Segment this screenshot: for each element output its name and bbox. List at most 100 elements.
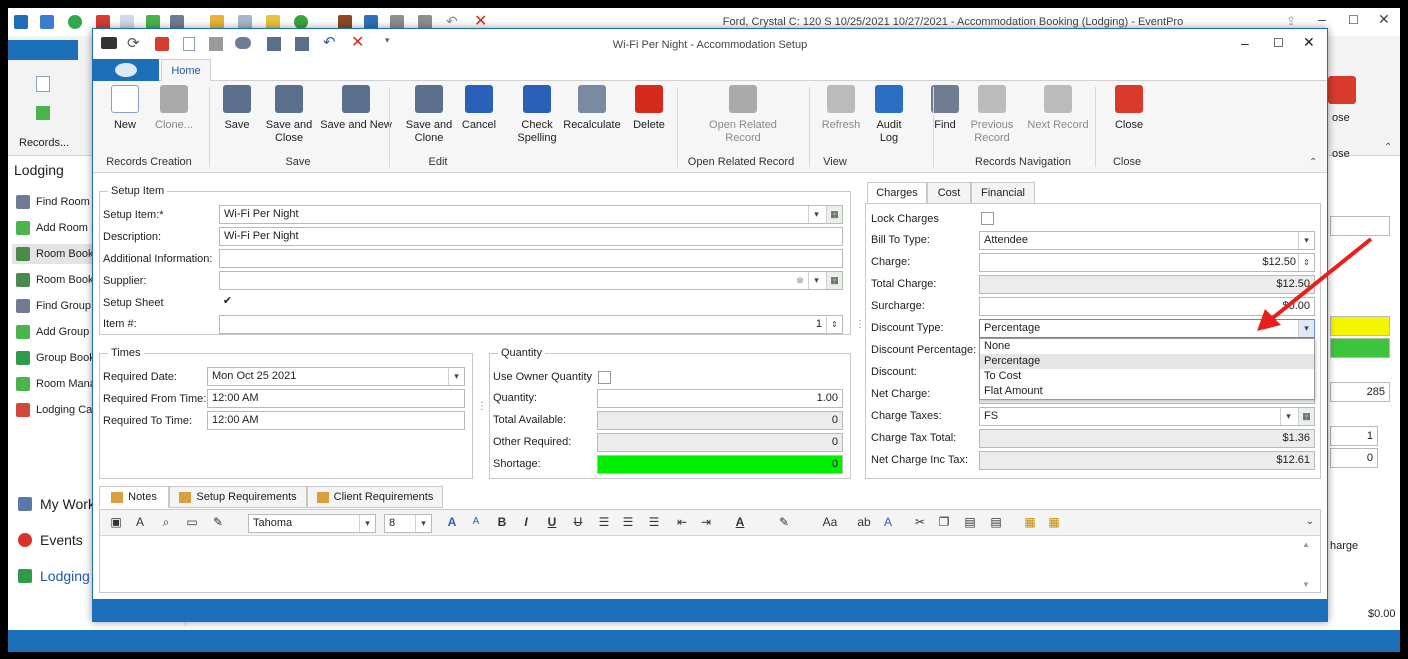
- check-spelling-button[interactable]: Check Spelling: [515, 85, 559, 145]
- supplier-dropdown[interactable]: ⊗ ▾ ▦: [219, 271, 843, 290]
- description-field[interactable]: Wi-Fi Per Night: [219, 227, 843, 246]
- highlight-icon[interactable]: ✎: [776, 514, 792, 530]
- new-icon[interactable]: [36, 76, 50, 92]
- copy-icon[interactable]: ❐: [936, 514, 952, 530]
- setup-sheet-checkbox[interactable]: ✔: [221, 296, 234, 309]
- chevron-down-icon[interactable]: ▾: [808, 206, 824, 223]
- italic-icon[interactable]: I: [518, 514, 534, 530]
- open-related-record-button[interactable]: Open Related Record: [699, 85, 787, 145]
- save-icon[interactable]: ▣: [108, 514, 124, 530]
- insert-merge-icon[interactable]: ▦: [1046, 514, 1062, 530]
- chevron-down-icon[interactable]: ⌄: [1302, 514, 1318, 530]
- dropdown-option[interactable]: None: [980, 339, 1314, 354]
- close-icon[interactable]: [1328, 76, 1356, 104]
- paste-special-icon[interactable]: ▤: [988, 514, 1004, 530]
- file-menu-logo[interactable]: [93, 59, 159, 81]
- chevron-down-icon[interactable]: ▾: [415, 515, 431, 532]
- tab-financial[interactable]: Financial: [971, 182, 1035, 204]
- maximize-button[interactable]: ☐: [1273, 36, 1284, 50]
- nav-events[interactable]: Events: [18, 532, 83, 548]
- edit-icon[interactable]: ✎: [210, 514, 226, 530]
- strikethrough-icon[interactable]: U: [570, 514, 586, 530]
- nav-lodging[interactable]: Lodging: [18, 568, 90, 584]
- quantity-field[interactable]: 1.00: [597, 389, 843, 408]
- dropdown-option[interactable]: Percentage: [980, 354, 1314, 369]
- bullets-icon[interactable]: ☰: [596, 514, 612, 530]
- required-from-time[interactable]: 12:00 AM: [207, 389, 465, 408]
- tab-charges[interactable]: Charges: [867, 182, 927, 204]
- font-size-select[interactable]: 8 ▾: [384, 514, 432, 533]
- save-close-icon[interactable]: [418, 15, 432, 29]
- splitter-handle[interactable]: ⋮: [477, 401, 487, 412]
- nav-my-work[interactable]: My Work: [18, 496, 95, 512]
- paste-icon[interactable]: ▤: [962, 514, 978, 530]
- open-icon[interactable]: ▭: [184, 514, 200, 530]
- document-icon[interactable]: [238, 15, 252, 29]
- refresh-button[interactable]: Refresh: [819, 85, 863, 132]
- spell-icon[interactable]: ab: [856, 514, 872, 530]
- additional-info-field[interactable]: [219, 249, 843, 268]
- recalculate-button[interactable]: Recalculate: [561, 85, 623, 132]
- font-family-select[interactable]: Tahoma ▾: [248, 514, 376, 533]
- minimize-button[interactable]: –: [1241, 35, 1249, 51]
- nav-item[interactable]: Find Room B: [16, 192, 100, 212]
- report-icon[interactable]: [364, 15, 378, 29]
- save-icon[interactable]: [390, 15, 404, 29]
- info-icon[interactable]: [294, 15, 308, 29]
- item-number-spinner[interactable]: 1 ⇕: [219, 315, 843, 334]
- nav-item[interactable]: Lodging Cal: [16, 400, 95, 420]
- save-and-close-button[interactable]: Save and Close: [261, 85, 317, 145]
- dialog-close-button[interactable]: ✕: [1303, 34, 1315, 51]
- multilevel-icon[interactable]: ☰: [646, 514, 662, 530]
- restore-icon[interactable]: ⇪: [1286, 14, 1296, 28]
- grow-font-icon[interactable]: A: [444, 514, 460, 530]
- collapse-ribbon-icon[interactable]: ⌃: [1309, 157, 1317, 168]
- splitter-handle[interactable]: ⋮: [855, 319, 865, 330]
- cut-icon[interactable]: ✂: [912, 514, 928, 530]
- spinner-icon[interactable]: ⇕: [826, 316, 842, 333]
- collapse-icon[interactable]: ⌃: [1384, 142, 1392, 153]
- chevron-down-icon[interactable]: ▾: [448, 368, 464, 385]
- lock-charges-checkbox[interactable]: [981, 212, 994, 225]
- add-icon[interactable]: [146, 15, 160, 29]
- preview-icon[interactable]: ⌕: [158, 514, 174, 530]
- chevron-down-icon[interactable]: ▾: [1280, 408, 1296, 425]
- text-style-icon[interactable]: A: [880, 514, 896, 530]
- nav-item[interactable]: Add Group B: [16, 322, 100, 342]
- underline-icon[interactable]: U: [544, 514, 560, 530]
- tab-cost[interactable]: Cost: [927, 182, 971, 204]
- nav-item[interactable]: Add Room B: [16, 218, 98, 238]
- tag-icon[interactable]: [210, 15, 224, 29]
- audit-log-button[interactable]: Audit Log: [871, 85, 907, 145]
- required-date-picker[interactable]: Mon Oct 25 2021 ▾: [207, 367, 465, 386]
- delete-button[interactable]: Delete: [629, 85, 669, 132]
- bg-green-field[interactable]: [1330, 338, 1390, 358]
- nav-item[interactable]: Room Booki: [16, 270, 96, 290]
- numbering-icon[interactable]: ☰: [620, 514, 636, 530]
- tab-notes[interactable]: Notes: [99, 486, 169, 508]
- nav-item[interactable]: Room Mana: [16, 374, 96, 394]
- clone-button[interactable]: Clone...: [149, 85, 199, 132]
- bg-value-0[interactable]: 0: [1330, 448, 1378, 468]
- bg-value-285[interactable]: 285: [1330, 382, 1390, 402]
- change-case-icon[interactable]: Aa: [818, 514, 842, 530]
- increase-indent-icon[interactable]: ⇥: [698, 514, 714, 530]
- main-logo-tab[interactable]: [8, 40, 78, 60]
- close-button[interactable]: Close: [1111, 85, 1147, 132]
- bg-value-1[interactable]: 1: [1330, 426, 1378, 446]
- briefcase-icon[interactable]: [338, 15, 352, 29]
- mail-icon[interactable]: [40, 15, 54, 29]
- lookup-icon[interactable]: ▦: [826, 206, 842, 223]
- scroll-up-icon[interactable]: ▲: [1302, 540, 1310, 549]
- maximize-button[interactable]: ☐: [1348, 13, 1359, 27]
- save-and-clone-button[interactable]: Save and Clone: [401, 85, 457, 145]
- chevron-down-icon[interactable]: ▾: [359, 515, 375, 532]
- required-to-time[interactable]: 12:00 AM: [207, 411, 465, 430]
- format-icon[interactable]: A: [132, 514, 148, 530]
- cancel-button[interactable]: Cancel: [459, 85, 499, 132]
- minimize-button[interactable]: –: [1318, 11, 1326, 27]
- scroll-down-icon[interactable]: ▼: [1302, 580, 1310, 589]
- next-record-button[interactable]: Next Record: [1023, 85, 1093, 132]
- nav-item[interactable]: Find Group: [16, 296, 91, 316]
- tab-client-requirements[interactable]: Client Requirements: [307, 486, 443, 508]
